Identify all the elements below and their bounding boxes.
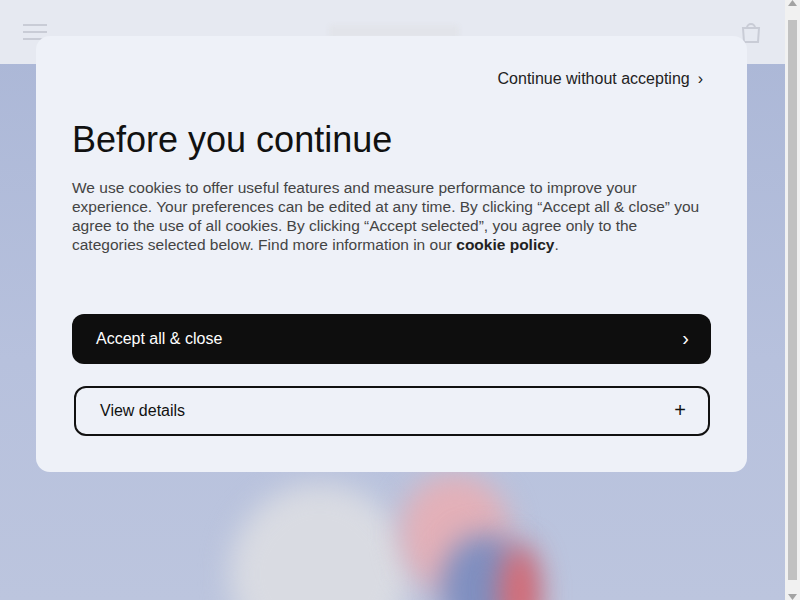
skip-label[interactable]: Continue without accepting [498,70,690,88]
dialog-description: We use cookies to offer useful features … [72,178,711,254]
chevron-right-icon[interactable]: › [698,70,703,88]
view-details-button[interactable]: View details + [74,386,710,436]
button-label[interactable]: Accept all & close [96,330,222,348]
description-text: We use cookies to offer useful features … [72,179,699,253]
scrollbar[interactable] [785,0,800,600]
plus-icon[interactable]: + [674,399,686,422]
button-label[interactable]: View details [100,402,185,420]
chevron-right-icon[interactable]: › [682,327,689,350]
accept-all-button[interactable]: Accept all & close › [72,314,711,364]
dialog-title: Before you continue [72,120,711,160]
cookie-dialog: Continue without accepting › Before you co… [36,36,747,472]
description-end: . [554,236,558,253]
continue-without-accepting-link[interactable]: Continue without accepting › [498,70,703,88]
cookie-policy-link[interactable]: cookie policy [456,236,554,253]
